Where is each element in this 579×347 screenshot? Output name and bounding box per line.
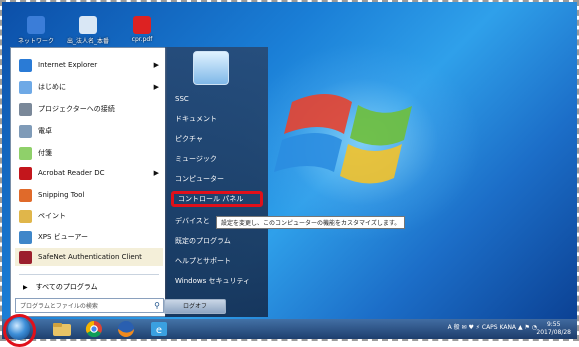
menu-link-label: ヘルプとサポート <box>175 257 231 265</box>
menu-item-label: Acrobat Reader DC <box>38 169 105 177</box>
user-picture-icon <box>193 51 229 85</box>
triangle-right-icon: ▶ <box>23 283 28 291</box>
taskbar-explorer-icon[interactable] <box>50 320 74 338</box>
taskbar: e A 般 ✉ ♥ ⚡ CAPS KANA ▲ ⚑ ◔ 9:55 2017/08… <box>2 314 577 347</box>
menu-item-label: Internet Explorer <box>38 61 98 69</box>
menu-link-label: Windows セキュリティ <box>175 277 251 285</box>
paint-icon <box>19 209 32 223</box>
desktop-icon-label: cpr.pdf <box>131 36 153 43</box>
menu-item-label: プロジェクターへの接続 <box>38 105 115 113</box>
menu-item-calculator[interactable]: 電卓 <box>15 122 163 140</box>
ie-icon <box>19 58 32 72</box>
menu-link-label: コンピューター <box>175 175 224 183</box>
highlight-ring <box>3 314 36 347</box>
acrobat-icon <box>19 166 32 180</box>
menu-item-internet-explorer[interactable]: Internet Explorer ▶ <box>15 56 163 74</box>
desktop-icon-pdf[interactable]: cpr.pdf <box>116 16 168 43</box>
start-menu-program-list: Internet Explorer ▶ はじめに ▶ プロジェクターへの接続 電… <box>10 47 167 317</box>
chevron-right-icon: ▶ <box>153 169 159 177</box>
start-menu: Internet Explorer ▶ はじめに ▶ プロジェクターへの接続 電… <box>10 47 268 317</box>
taskbar-ie-icon[interactable]: e <box>147 320 171 338</box>
menu-link-label: デバイスと <box>175 217 210 225</box>
menu-item-safenet[interactable]: SafeNet Authentication Client <box>15 248 163 266</box>
menu-item-paint[interactable]: ペイント <box>15 207 163 225</box>
search-placeholder: プログラムとファイルの検索 <box>20 303 98 310</box>
pdf-icon <box>133 16 151 34</box>
desktop-icon-label: 出_法人名_本番 <box>66 38 109 45</box>
menu-item-label: 付箋 <box>38 149 52 157</box>
menu-link-music[interactable]: ミュージック <box>171 151 263 167</box>
menu-link-label: SSC <box>175 95 189 103</box>
menu-item-projector[interactable]: プロジェクターへの接続 <box>15 100 163 118</box>
all-programs-label: すべてのプログラム <box>35 283 98 291</box>
calculator-icon <box>19 124 32 138</box>
all-programs-button[interactable]: ▶ すべてのプログラム <box>15 280 163 294</box>
menu-link-label: ピクチャ <box>175 135 203 143</box>
menu-item-sticky-notes[interactable]: 付箋 <box>15 144 163 162</box>
desktop-icon-network[interactable]: ネットワーク <box>10 16 62 45</box>
desktop-icon-label: ネットワーク <box>17 38 54 45</box>
menu-link-computer[interactable]: コンピューター <box>171 171 263 187</box>
start-menu-shortcuts: SSC ドキュメント ピクチャ ミュージック コンピューター コントロール パネ… <box>165 47 268 317</box>
menu-link-label: ミュージック <box>175 155 217 163</box>
menu-item-label: はじめに <box>38 83 66 91</box>
menu-link-documents[interactable]: ドキュメント <box>171 111 263 127</box>
menu-item-getting-started[interactable]: はじめに ▶ <box>15 78 163 96</box>
safenet-icon <box>19 250 32 264</box>
xps-icon <box>19 230 32 244</box>
sticky-notes-icon <box>19 146 32 160</box>
svg-text:e: e <box>156 325 162 336</box>
menu-item-snipping-tool[interactable]: Snipping Tool <box>15 186 163 204</box>
windows-logo <box>274 94 412 184</box>
menu-link-control-panel[interactable]: コントロール パネル <box>171 191 263 207</box>
menu-divider <box>19 274 159 275</box>
menu-link-label: ドキュメント <box>175 115 217 123</box>
clock[interactable]: 9:55 2017/08/28 <box>536 321 571 337</box>
menu-item-label: ペイント <box>38 212 66 220</box>
menu-item-label: XPS ビューアー <box>38 233 88 241</box>
document-icon <box>79 16 97 34</box>
menu-item-label: SafeNet Authentication Client <box>38 253 142 261</box>
menu-link-label: コントロール パネル <box>178 195 244 203</box>
chevron-right-icon: ▶ <box>153 61 159 69</box>
chevron-right-icon: ▶ <box>153 83 159 91</box>
menu-link-default-programs[interactable]: 既定のプログラム <box>171 233 263 249</box>
tooltip: 設定を変更し、このコンピューターの機能をカスタマイズします。 <box>216 216 406 229</box>
menu-link-label: 既定のプログラム <box>175 237 231 245</box>
search-icon[interactable]: ⚲ <box>154 301 163 310</box>
desktop-icon-document[interactable]: 出_法人名_本番 <box>62 16 114 45</box>
clock-date: 2017/08/28 <box>536 329 571 336</box>
system-tray[interactable]: A 般 ✉ ♥ ⚡ CAPS KANA ▲ ⚑ ◔ <box>448 322 537 331</box>
logoff-button[interactable]: ログオフ <box>164 299 226 314</box>
taskbar-chrome-icon[interactable] <box>82 320 106 338</box>
getting-started-icon <box>19 80 32 94</box>
menu-link-pictures[interactable]: ピクチャ <box>171 131 263 147</box>
menu-link-windows-security[interactable]: Windows セキュリティ <box>171 273 263 289</box>
menu-link-ssc[interactable]: SSC <box>171 91 263 107</box>
taskbar-firefox-icon[interactable] <box>114 320 138 338</box>
menu-item-label: Snipping Tool <box>38 191 85 199</box>
clock-time: 9:55 <box>546 321 561 328</box>
network-icon <box>27 16 45 34</box>
menu-item-acrobat-reader[interactable]: Acrobat Reader DC ▶ <box>15 164 163 182</box>
scissors-icon <box>19 188 32 202</box>
menu-item-xps-viewer[interactable]: XPS ビューアー <box>15 228 163 246</box>
menu-link-help[interactable]: ヘルプとサポート <box>171 253 263 269</box>
search-input[interactable]: プログラムとファイルの検索 ⚲ <box>15 298 164 313</box>
projector-icon <box>19 102 32 116</box>
menu-item-label: 電卓 <box>38 127 52 135</box>
